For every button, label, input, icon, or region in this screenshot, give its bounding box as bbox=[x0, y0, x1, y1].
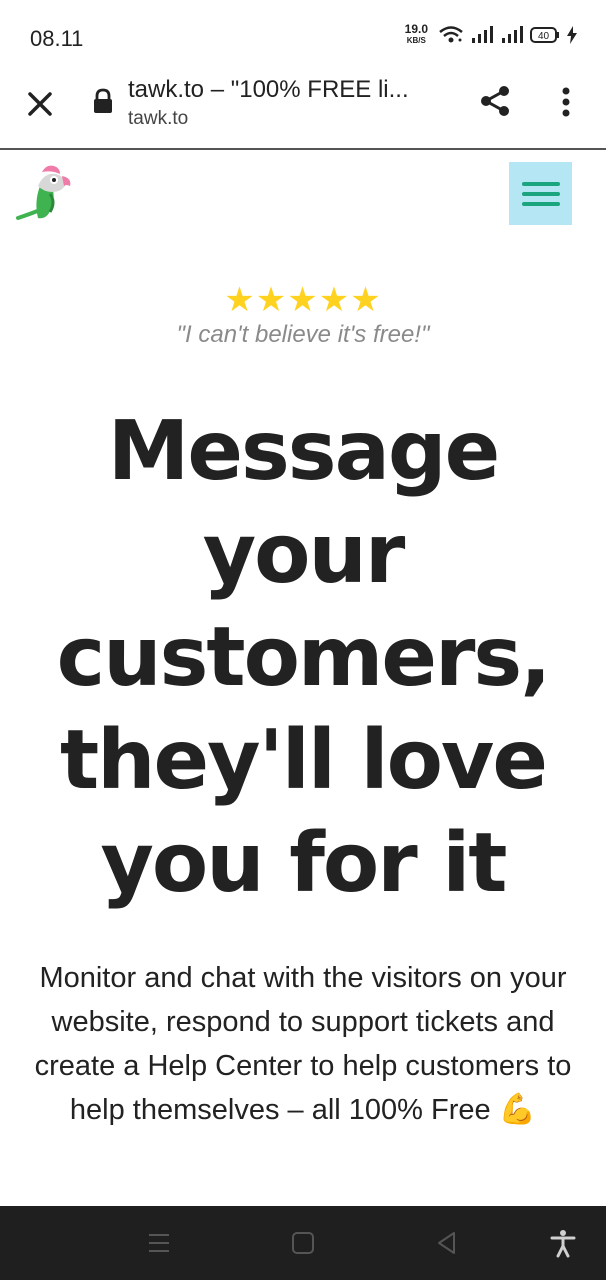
headline-line: Message bbox=[107, 404, 500, 499]
share-icon[interactable] bbox=[478, 84, 512, 118]
menu-line bbox=[521, 181, 560, 186]
network-speed: 19.0 KB/S bbox=[404, 22, 428, 46]
wifi-icon bbox=[439, 26, 463, 43]
hamburger-menu-button[interactable] bbox=[509, 162, 572, 225]
status-bar: 08.11 19.0 KB/S 40 bbox=[0, 0, 606, 72]
headline-line: they'll love bbox=[59, 713, 548, 808]
back-icon[interactable] bbox=[432, 1228, 462, 1258]
hero-description: Monitor and chat with the visitors on yo… bbox=[10, 956, 596, 1132]
battery-icon: 40 bbox=[530, 27, 559, 43]
signal-icon bbox=[472, 26, 493, 43]
url-domain[interactable]: tawk.to bbox=[128, 108, 188, 130]
rating-stars: ★★★★★ bbox=[224, 281, 382, 319]
site-header bbox=[0, 150, 606, 240]
page: 08.11 19.0 KB/S 40 tawk.to – "100% FREE … bbox=[0, 0, 606, 1280]
testimonial-quote: "I can't believe it's free!" bbox=[176, 321, 430, 348]
headline-line: your bbox=[202, 507, 406, 602]
headline-line: you for it bbox=[100, 816, 507, 911]
network-speed-unit: KB/S bbox=[406, 36, 426, 45]
home-icon[interactable] bbox=[288, 1228, 318, 1258]
accessibility-icon[interactable] bbox=[548, 1228, 578, 1258]
more-options-icon[interactable] bbox=[556, 86, 576, 118]
menu-line bbox=[521, 191, 560, 196]
signal-icon-2 bbox=[502, 26, 523, 43]
flexed-biceps-emoji: 💪 bbox=[498, 1093, 537, 1126]
headline-line: customers, bbox=[56, 610, 552, 705]
tawk-parrot-logo[interactable] bbox=[16, 162, 76, 222]
recent-apps-icon[interactable] bbox=[144, 1228, 174, 1258]
hero-headline: Message your customers, they'll love you… bbox=[0, 400, 606, 915]
close-icon[interactable] bbox=[24, 88, 56, 120]
page-title[interactable]: tawk.to – "100% FREE li... bbox=[128, 76, 409, 104]
lock-icon[interactable] bbox=[92, 88, 114, 114]
status-time: 08.11 bbox=[30, 26, 84, 51]
description-text: Monitor and chat with the visitors on yo… bbox=[34, 962, 572, 1126]
menu-line bbox=[521, 201, 560, 206]
status-icons: 19.0 KB/S 40 bbox=[404, 22, 578, 46]
browser-toolbar: tawk.to – "100% FREE li... tawk.to bbox=[0, 72, 606, 150]
battery-level: 40 bbox=[538, 31, 550, 42]
charging-icon bbox=[567, 26, 577, 44]
system-nav-bar bbox=[0, 1206, 606, 1280]
network-speed-value: 19.0 bbox=[404, 22, 428, 36]
